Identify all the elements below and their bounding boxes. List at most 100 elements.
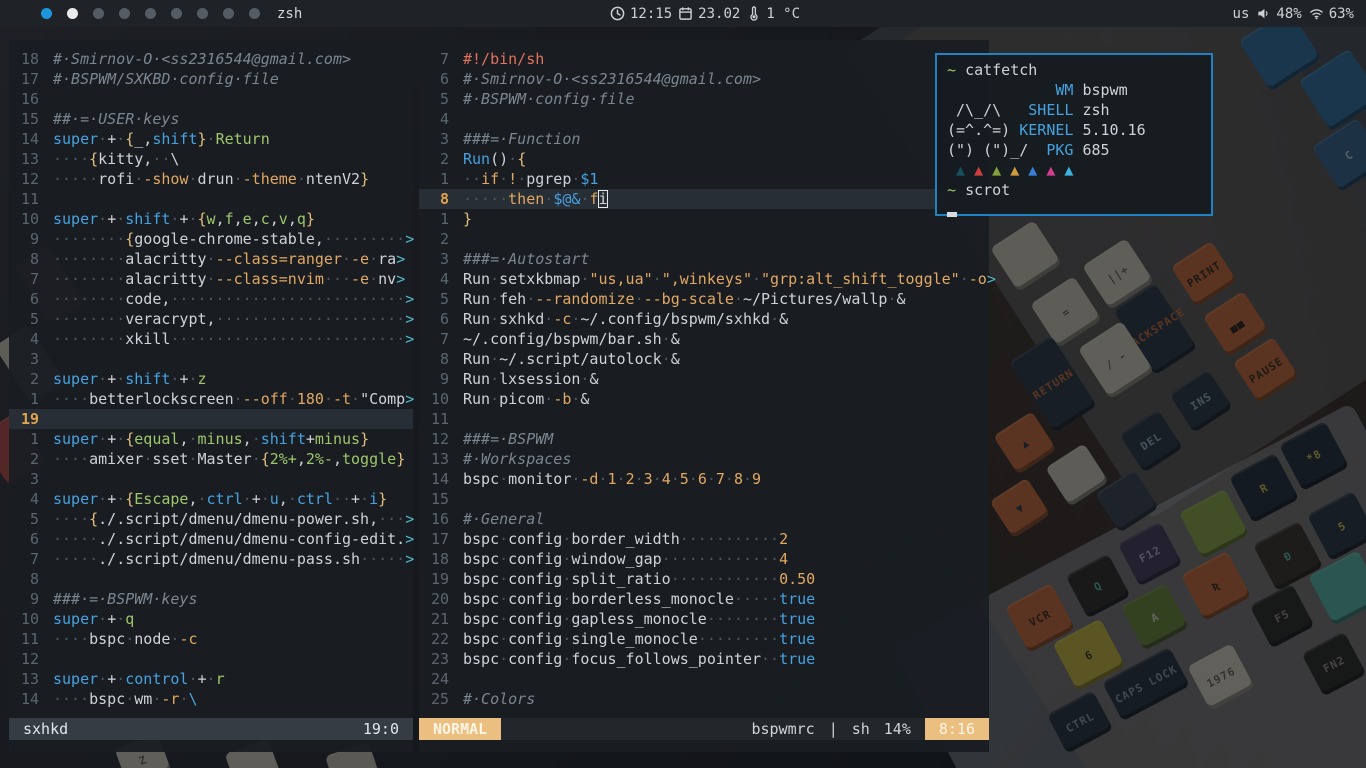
- editor-window-sxhkd[interactable]: 18#·Smirnov-O·<ss2316544@gmail.com>17#·B…: [9, 40, 413, 752]
- statusline-position-badge: 8:16: [925, 718, 989, 740]
- line-number: 2: [419, 229, 449, 249]
- line-number: 14: [9, 129, 39, 149]
- code-line: /\_/\ SHELL zsh: [947, 100, 1201, 120]
- workspace-dot-3[interactable]: [93, 8, 104, 19]
- workspace-dot-5[interactable]: [145, 8, 156, 19]
- code-line: 3: [9, 469, 413, 489]
- code-line: 11: [419, 409, 989, 429]
- line-number: 7: [9, 549, 39, 569]
- code-line: 7~/.config/bspwm/bar.sh·&: [419, 329, 989, 349]
- line-number: 6: [9, 289, 39, 309]
- code-line: 11····bspc·node·-c: [9, 629, 413, 649]
- line-number: 6: [419, 309, 449, 329]
- code-line: 2super·+·shift·+·z: [9, 369, 413, 389]
- line-number: 6: [419, 69, 449, 89]
- line-number: 17: [419, 529, 449, 549]
- line-number: 23: [419, 649, 449, 669]
- terminal-cursor: [947, 212, 957, 217]
- line-number: 1: [419, 209, 449, 229]
- code-line: 1}: [419, 209, 989, 229]
- code-line: 9###·=·BSPWM·keys: [9, 589, 413, 609]
- line-number: 5: [419, 89, 449, 109]
- code-line: 1super·+·{equal,·minus,·shift+minus}: [9, 429, 413, 449]
- line-number: 18: [419, 549, 449, 569]
- line-number: 9: [9, 589, 39, 609]
- code-line: 9········{google-chrome-stable,·········…: [9, 229, 413, 249]
- line-number: 4: [419, 269, 449, 289]
- line-number: 8: [9, 569, 39, 589]
- line-number: 25: [419, 689, 449, 709]
- workspace-dot-4[interactable]: [119, 8, 130, 19]
- statusline-filetype: sh: [852, 720, 870, 738]
- line-number: 3: [9, 469, 39, 489]
- volume-value: 48%: [1276, 6, 1301, 22]
- code-line: 7········alacritty·--class=nvim···-e·nv>: [9, 269, 413, 289]
- line-number: 1: [9, 429, 39, 449]
- code-line: 15: [419, 489, 989, 509]
- code-line: 18bspc·config·window_gap·············4: [419, 549, 989, 569]
- line-number: 7: [9, 269, 39, 289]
- code-line: 2: [419, 229, 989, 249]
- code-line: 13····{kitty,··\: [9, 149, 413, 169]
- code-line: 5········veracrypt,·····················…: [9, 309, 413, 329]
- line-number: 2: [419, 149, 449, 169]
- code-line: ~ catfetch: [947, 60, 1201, 80]
- keyboard-layout-indicator[interactable]: us: [1233, 6, 1250, 22]
- code-line: 2····amixer·sset·Master·{2%+,2%-,toggle}: [9, 449, 413, 469]
- code-line: 20bspc·config·borderless_monocle·····tru…: [419, 589, 989, 609]
- line-number: 1: [419, 169, 449, 189]
- line-number: 6: [9, 529, 39, 549]
- line-number: 24: [419, 669, 449, 689]
- code-line: 6·····./.script/dmenu/dmenu-config-edit.…: [9, 529, 413, 549]
- line-number: 15: [9, 109, 39, 129]
- code-line: 4Run·setxkbmap·"us,ua"·",winkeys"·"grp:a…: [419, 269, 989, 289]
- code-line: 25#·Colors: [419, 689, 989, 709]
- code-line: 4super·+·{Escape,·ctrl·+·u,·ctrl··+·i}: [9, 489, 413, 509]
- line-number: 22: [419, 629, 449, 649]
- line-number: 9: [419, 369, 449, 389]
- line-number: 19: [9, 409, 39, 429]
- temperature-widget: 1 °C: [746, 6, 800, 22]
- code-line: 23bspc·config·focus_follows_pointer··tru…: [419, 649, 989, 669]
- code-line: 14bspc·monitor·-d·1·2·3·4·5·6·7·8·9: [419, 469, 989, 489]
- code-line: 19bspc·config·split_ratio············0.5…: [419, 569, 989, 589]
- workspace-dot-2[interactable]: [67, 8, 78, 19]
- workspace-dot-9[interactable]: [249, 8, 260, 19]
- clock-icon: [610, 6, 625, 21]
- code-line: 3: [9, 349, 413, 369]
- volume-widget[interactable]: 48%: [1256, 6, 1301, 22]
- line-number: 3: [419, 249, 449, 269]
- code-line: 14····bspc·wm·-r·\: [9, 689, 413, 709]
- line-number: 19: [419, 569, 449, 589]
- code-line: 5#·BSPWM·config·file: [419, 89, 989, 109]
- vim-mode-indicator: NORMAL: [419, 718, 501, 740]
- line-number: 10: [9, 609, 39, 629]
- line-number: 8: [419, 349, 449, 369]
- code-line: 13super·+·control·+·r: [9, 669, 413, 689]
- code-line: 13#·Workspaces: [419, 449, 989, 469]
- workspace-dot-8[interactable]: [223, 8, 234, 19]
- code-line: 18#·Smirnov-O·<ss2316544@gmail.com>: [9, 49, 413, 69]
- right-statusline: NORMAL bspwmrc | sh 14% 8:16: [419, 718, 989, 740]
- line-number: 10: [419, 389, 449, 409]
- workspace-dot-7[interactable]: [197, 8, 208, 19]
- statusline-separator: |: [829, 720, 838, 738]
- line-number: 4: [9, 329, 39, 349]
- statusline-filename: bspwmrc: [751, 720, 814, 738]
- workspace-dot-6[interactable]: [171, 8, 182, 19]
- code-line: (=^.^=) KERNEL 5.10.16: [947, 120, 1201, 140]
- code-line: 2Run()·{: [419, 149, 989, 169]
- code-line: ~ scrot: [947, 180, 1201, 200]
- thermometer-icon: [746, 6, 761, 21]
- workspace-dot-1[interactable]: [41, 8, 52, 19]
- line-number: 2: [9, 449, 39, 469]
- network-widget[interactable]: 63%: [1309, 6, 1354, 22]
- code-line: WM bspwm: [947, 80, 1201, 100]
- editor-window-bspwmrc[interactable]: 7#!/bin/sh6#·Smirnov-O·<ss2316544@gmail.…: [419, 40, 989, 752]
- code-line: 10super·+·shift·+·{w,f,e,c,v,q}: [9, 209, 413, 229]
- line-number: 8: [9, 249, 39, 269]
- terminal-window-catfetch[interactable]: ~ catfetch WM bspwm /\_/\ SHELL zsh(=^.^…: [935, 53, 1213, 216]
- code-line: 11: [9, 189, 413, 209]
- focused-window-title: zsh: [277, 6, 302, 22]
- line-number: 14: [419, 469, 449, 489]
